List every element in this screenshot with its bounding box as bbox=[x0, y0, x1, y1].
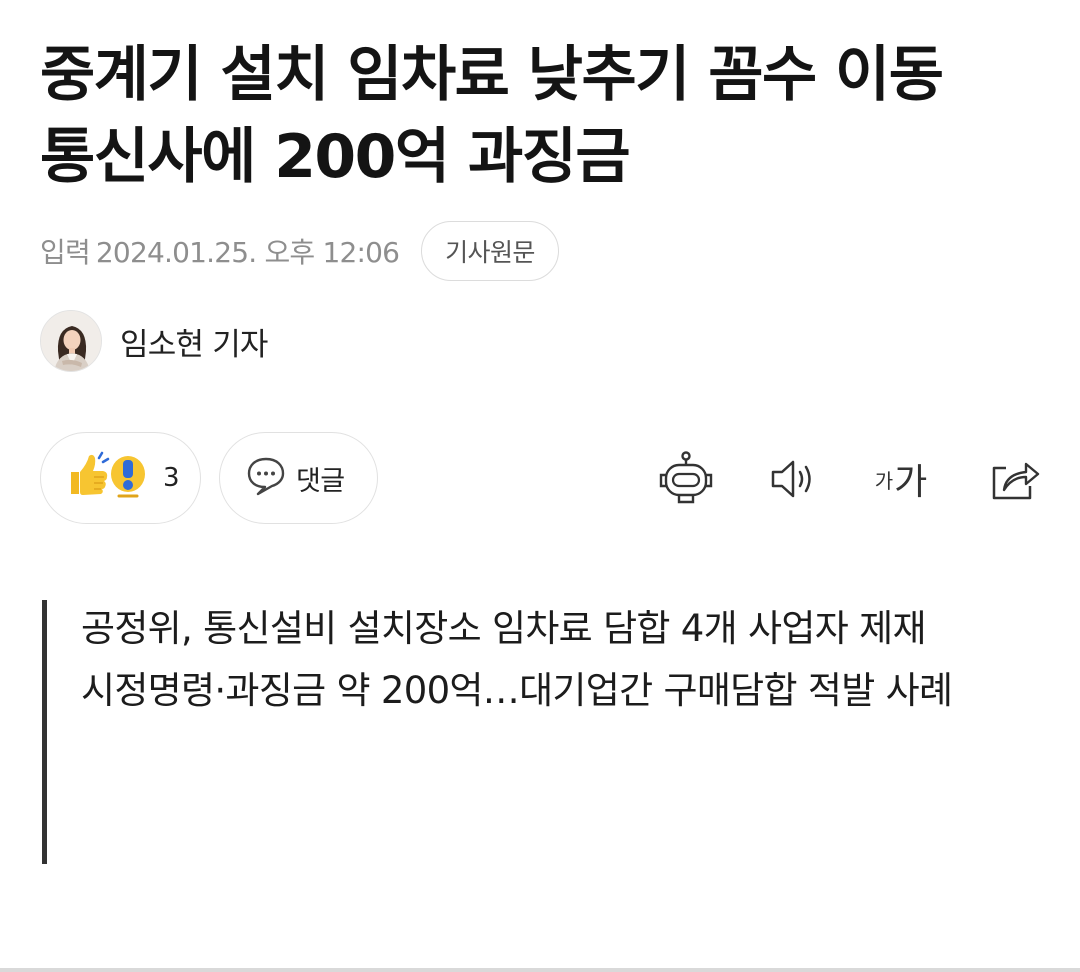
author-byline[interactable]: 임소현 기자 bbox=[40, 310, 268, 372]
font-small-glyph: 가 bbox=[874, 468, 894, 493]
article-meta: 입력 2024.01.25. 오후 12:06 기사원문 bbox=[40, 220, 559, 282]
date-value: 2024.01.25. 오후 12:06 bbox=[95, 236, 400, 269]
font-big-glyph: 가 bbox=[894, 462, 928, 503]
share-button[interactable] bbox=[982, 448, 1046, 510]
comment-button[interactable]: 댓글 bbox=[219, 432, 378, 524]
summary-line-2: 시정명령·과징금 약 200억…대기업간 구매담합 적발 사례 bbox=[81, 669, 953, 712]
avatar-image bbox=[41, 311, 101, 371]
share-icon bbox=[992, 462, 1040, 500]
text-to-speech-button[interactable] bbox=[762, 448, 826, 510]
summary-line-1: 공정위, 통신설비 설치장소 임차료 담합 4개 사업자 제재 bbox=[81, 607, 927, 650]
author-name: 임소현 기자 bbox=[120, 326, 268, 363]
title-line-2: 통신사에 200억 과징금 bbox=[40, 122, 631, 192]
comment-label: 댓글 bbox=[296, 465, 345, 497]
robot-icon bbox=[659, 451, 713, 504]
divider bbox=[0, 968, 1080, 972]
publish-date: 입력 2024.01.25. 오후 12:06 bbox=[40, 231, 400, 271]
comment-bubble-icon bbox=[246, 455, 286, 501]
reaction-button[interactable]: 3 bbox=[40, 432, 201, 524]
font-size-button[interactable]: 가 가 bbox=[866, 448, 936, 510]
date-label: 입력 bbox=[40, 236, 91, 269]
article-page: 중계기 설치 임차료 낮추기 꼼수 이동 통신사에 200억 과징금 입력 202… bbox=[0, 0, 1080, 972]
original-article-button[interactable]: 기사원문 bbox=[421, 221, 559, 281]
speaker-icon bbox=[771, 460, 811, 498]
summary-bot-button[interactable] bbox=[654, 448, 718, 510]
article-summary: 공정위, 통신설비 설치장소 임차료 담합 4개 사업자 제재 시정명령·과징금… bbox=[42, 600, 1042, 864]
author-avatar bbox=[40, 310, 102, 372]
article-title: 중계기 설치 임차료 낮추기 꼼수 이동 통신사에 200억 과징금 bbox=[40, 34, 1050, 198]
reaction-count: 3 bbox=[163, 463, 180, 493]
reaction-emoji-icon bbox=[67, 450, 149, 506]
title-line-1: 중계기 설치 임차료 낮추기 꼼수 이동 bbox=[40, 40, 944, 110]
